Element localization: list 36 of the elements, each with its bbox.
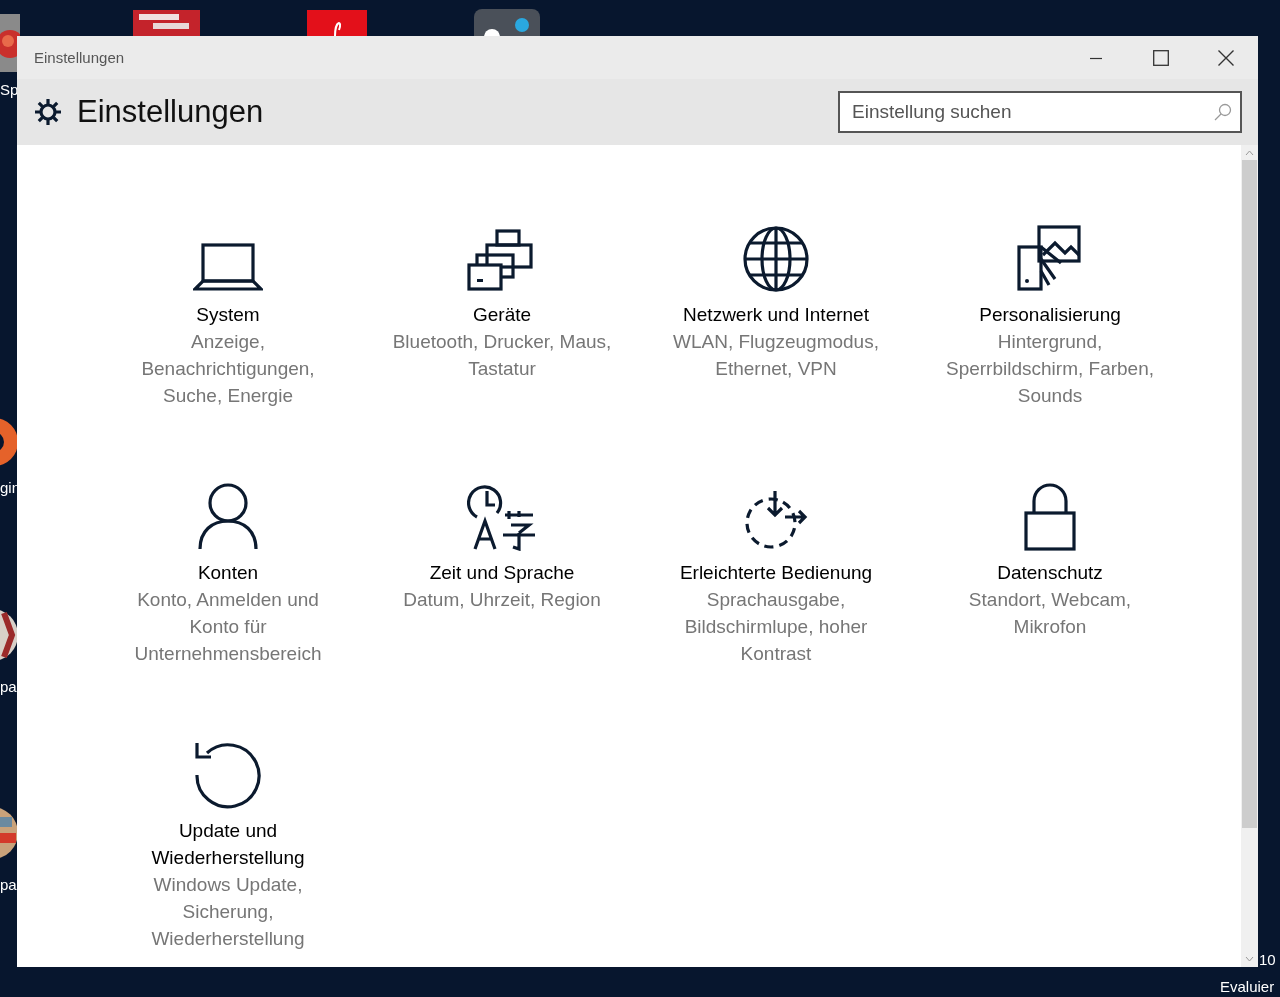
category-title[interactable]: Datenschutz bbox=[997, 559, 1103, 586]
desktop-text: Evaluier bbox=[1220, 977, 1275, 997]
search-icon bbox=[1214, 103, 1232, 121]
category-title[interactable]: Update und Wiederherstellung bbox=[108, 817, 348, 871]
category-description: WLAN, Flugzeugmodus, Ethernet, VPN bbox=[672, 330, 880, 381]
person-icon bbox=[196, 481, 260, 551]
maximize-icon bbox=[1152, 49, 1169, 66]
desktop-icon-label[interactable]: pa bbox=[0, 677, 17, 697]
category-title[interactable]: Geräte bbox=[472, 301, 532, 328]
window-title: Einstellungen bbox=[34, 49, 125, 66]
category-title[interactable]: Erleichterte Bedienung bbox=[679, 559, 873, 586]
settings-icon bbox=[33, 97, 63, 127]
desktop-icon bbox=[474, 9, 540, 36]
globe-icon bbox=[741, 225, 811, 293]
desktop-icon-label[interactable]: pa bbox=[0, 875, 17, 895]
category-title[interactable]: Personalisierung bbox=[979, 301, 1121, 328]
category-description: Bluetooth, Drucker, Maus, Tastatur bbox=[391, 330, 613, 381]
lock-icon bbox=[1023, 483, 1077, 551]
laptop-icon bbox=[193, 243, 263, 293]
category-title[interactable]: System bbox=[196, 301, 260, 328]
category-description: Windows Update, Sicherung, Wiederherstellung bbox=[150, 873, 306, 951]
category-description: Konto, Anmelden und Konto für Unternehmensbereich bbox=[133, 588, 323, 666]
category-title[interactable]: Konten bbox=[197, 559, 259, 586]
desktop-icon bbox=[0, 14, 20, 72]
search-field[interactable]: Einstellung suchen bbox=[838, 91, 1242, 133]
category-description: Sprachausgabe, Bildschirmlupe, hoher Kontrast bbox=[683, 588, 869, 666]
category-description: Hintergrund, Sperrbildschirm, Farben, Sounds bbox=[945, 330, 1155, 408]
category-title[interactable]: Netzwerk und Internet bbox=[683, 301, 869, 328]
desktop-icon bbox=[307, 10, 367, 36]
category-title[interactable]: Zeit und Sprache bbox=[429, 559, 575, 586]
page-title: Einstellungen bbox=[77, 94, 265, 130]
category-description: Anzeige, Benachrichtigungen, Suche, Energie bbox=[140, 330, 316, 408]
close-icon bbox=[1217, 49, 1234, 66]
category-description: Datum, Uhrzeit, Region bbox=[403, 588, 601, 612]
category-description: Standort, Webcam, Mikrofon bbox=[967, 588, 1133, 639]
desktop-text: 10 bbox=[1259, 950, 1276, 970]
